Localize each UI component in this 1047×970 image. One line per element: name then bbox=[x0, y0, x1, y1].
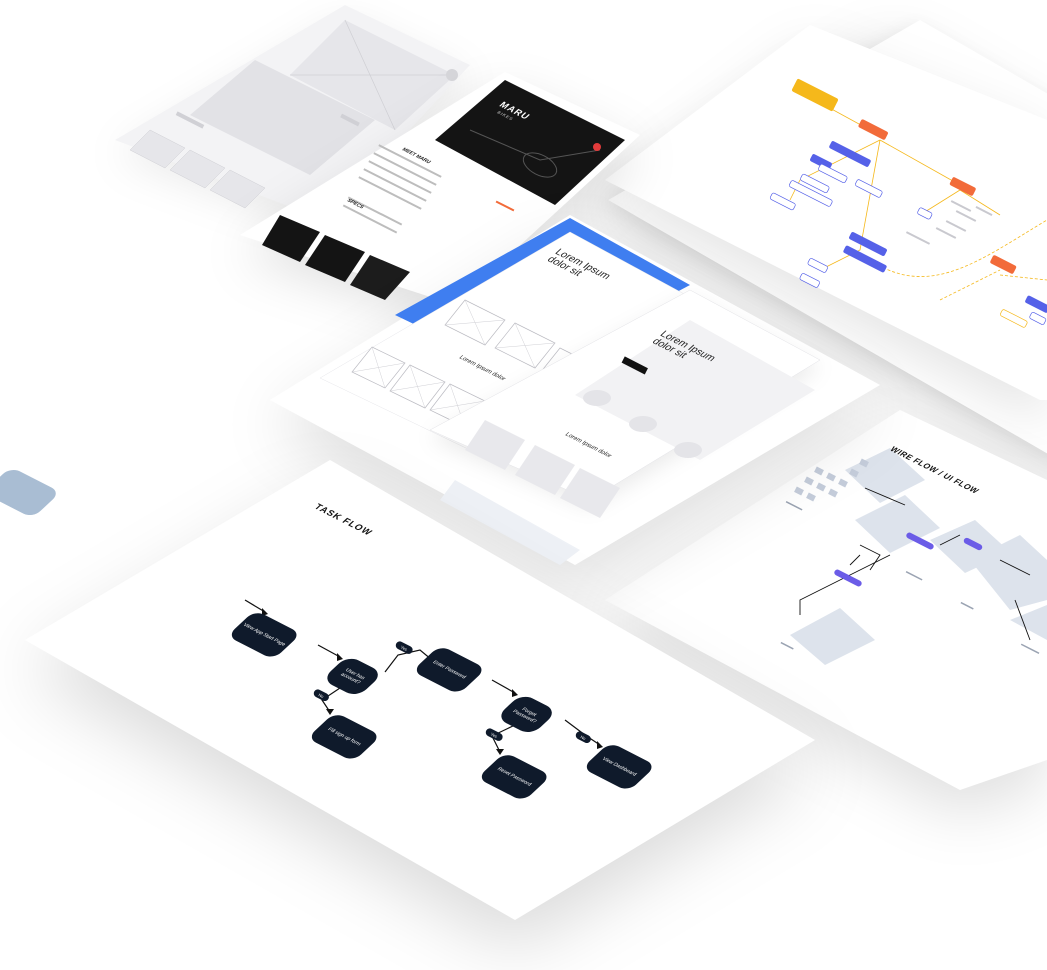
reset-password-node: Reset Password bbox=[476, 752, 552, 802]
hero-image bbox=[435, 80, 625, 205]
task-flow-title: TASK FLOW bbox=[312, 502, 376, 538]
fill-sign-up-form-label: Fill sign up form bbox=[326, 726, 363, 748]
wireflow-board bbox=[605, 410, 1047, 790]
phone-wireframe-body bbox=[115, 5, 470, 220]
task-flow-board bbox=[25, 460, 815, 920]
wireflow-title: WIRE FLOW / UI FLOW bbox=[887, 445, 982, 496]
edge-yes-2: Yes bbox=[484, 727, 505, 743]
edge-yes-1: Yes bbox=[394, 640, 415, 656]
wireflow-action-pill bbox=[963, 537, 983, 551]
view-dashboard-node: View Dashboard bbox=[581, 742, 657, 792]
start-node-label: Start bbox=[207, 592, 220, 603]
forgot-password-label: Forgot Password? bbox=[510, 706, 538, 725]
hero-band bbox=[395, 218, 690, 375]
webpage-2 bbox=[429, 289, 821, 501]
edge-no-2: No bbox=[574, 730, 593, 745]
sitemap-panel bbox=[608, 20, 1047, 480]
acme-button bbox=[621, 356, 648, 375]
wireflow-screen bbox=[790, 608, 875, 665]
canvas: WIRE FLOW / UI FLOW MARU BIKES MEET MARU… bbox=[0, 0, 1047, 970]
edge-yes-1-label: Yes bbox=[400, 643, 409, 652]
view-start-page-node: View App Start Page bbox=[226, 610, 302, 660]
edge-yes-2-label: Yes bbox=[490, 730, 499, 739]
edge-no-2-label: No bbox=[579, 733, 587, 741]
wireflow-screen bbox=[930, 520, 1010, 573]
edge-no-1-label: No bbox=[317, 691, 325, 699]
wireflow-screen bbox=[970, 535, 1047, 610]
wireflow-action-pill bbox=[906, 532, 934, 550]
mobile-section-title: MEET MARU bbox=[400, 147, 432, 166]
edge-no-1: No bbox=[312, 688, 331, 703]
web-section-title-2: Lorem Ipsum dolor bbox=[563, 432, 613, 460]
wireflow-screen bbox=[855, 495, 940, 553]
start-node bbox=[0, 469, 56, 516]
forgot-password-node: Forgot Password? bbox=[495, 693, 558, 736]
web-hero-title-2: Lorem Ipsum dolor sit bbox=[649, 329, 718, 364]
web-section-title-1: Lorem Ipsum dolor bbox=[457, 355, 507, 383]
reset-password-label: Reset Password bbox=[495, 766, 533, 788]
enter-password-node: Enter Password bbox=[411, 645, 487, 695]
wireflow-action-pill bbox=[834, 569, 862, 587]
web-hero-title-1: Lorem Ipsum dolor sit bbox=[544, 247, 613, 282]
fill-sign-up-form-node: Fill sign up form bbox=[306, 712, 382, 762]
wireflow-screen bbox=[1010, 605, 1047, 640]
view-start-page-label: View App Start Page bbox=[241, 622, 287, 648]
view-dashboard-label: View Dashboard bbox=[600, 756, 638, 778]
enter-password-label: Enter Password bbox=[431, 659, 468, 681]
mobile-specs-title: SPECS bbox=[345, 198, 366, 211]
user-has-account-node: User has account? bbox=[321, 655, 384, 698]
user-has-account-label: User has account? bbox=[338, 667, 367, 686]
